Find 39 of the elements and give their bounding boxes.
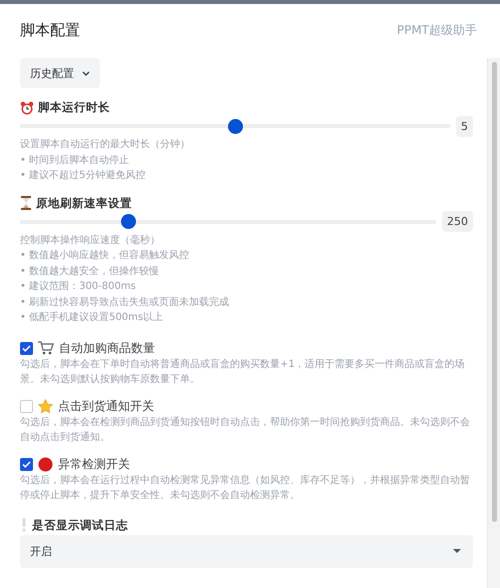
bullet-text: • 建议不超过5分钟避免风控: [20, 168, 146, 183]
brand-name: PPMT超级助手: [396, 22, 477, 38]
description-text: 设置脚本自动运行的最大时长（分钟）: [20, 138, 191, 152]
option-label: 点击到货通知开关: [58, 398, 154, 414]
section-heading: 原地刷新速率设置: [36, 196, 132, 210]
option-description: 勾选后，脚本会在下单时自动将普通商品或盲盒的购买数量+1，适用于需要多买一件商品或盲盒的场景。未勾选则默认按购物车原数量下单。: [20, 358, 466, 387]
slider-thumb[interactable]: [228, 118, 243, 134]
chevron-down-icon: [82, 70, 90, 76]
bullet-text: • 低配手机建议设置500ms以上: [20, 310, 164, 325]
value-display: 5: [456, 116, 473, 136]
description-text: 控制脚本操作响应速度（毫秒）: [20, 234, 161, 248]
star-icon: [38, 398, 53, 414]
bullet-text: • 建议范围：300-800ms: [20, 280, 137, 294]
hourglass-icon: [20, 196, 32, 210]
circle-icon: [38, 456, 53, 472]
caret-icon: [453, 549, 461, 553]
bullet-text: • 数值越小响应越快，但容易触发风控: [20, 248, 190, 263]
checkbox[interactable]: [20, 342, 33, 354]
bullet-text: • 刷新过快容易导致点击失焦或页面未加载完成: [20, 296, 230, 310]
option-description: 勾选后，脚本会在检测到商品到货通知按钮时自动点击，帮助你第一时间抢购到货商品。未勾选则不会自动点击到货通知。: [20, 416, 471, 445]
checkbox[interactable]: [20, 458, 33, 470]
check-icon: [22, 460, 31, 468]
debug-log-select[interactable]: 开启: [20, 534, 473, 568]
option-label: 异常检测开关: [58, 456, 130, 472]
section-heading: 是否显示调试日志: [32, 518, 128, 532]
history-dropdown-button[interactable]: 历史配置: [20, 58, 100, 88]
exclamation-icon: [20, 518, 28, 532]
cart-icon: [38, 341, 54, 355]
check-icon: [22, 344, 31, 352]
option-label: 自动加购商品数量: [59, 340, 155, 356]
section-heading: 脚本运行时长: [38, 100, 110, 115]
bullet-text: • 数值越大越安全，但操作较慢: [20, 264, 160, 278]
value-display: 250: [442, 211, 473, 232]
bullet-text: • 时间到后脚本自动停止: [20, 154, 130, 168]
option-description: 勾选后，脚本会在运行过程中自动检测常见异常信息（如风控、库存不足等），并根据异常类型自动暂停或停止脚本，提升下单安全性。未勾选则不会自动检测异常。: [20, 474, 471, 503]
panel-title: 脚本配置: [20, 20, 80, 40]
slider-thumb[interactable]: [121, 214, 136, 229]
alarm-clock-icon: [20, 100, 34, 114]
scrollbar[interactable]: [487, 58, 500, 588]
